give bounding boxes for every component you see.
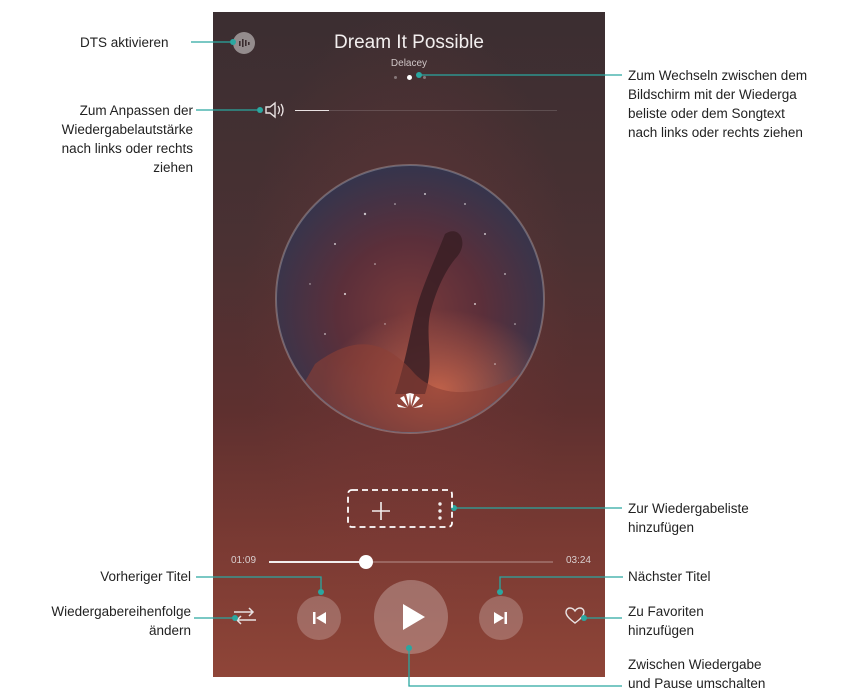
annotation-favorite-line: hinzufügen xyxy=(628,623,695,638)
volume-slider[interactable] xyxy=(295,110,557,111)
annotation-next-text: Nächster Titel xyxy=(628,569,711,584)
shuffle-icon[interactable] xyxy=(231,604,259,628)
annotation-swipe-line: beliste oder dem Songtext xyxy=(628,106,785,121)
annotation-dts: DTS aktivieren xyxy=(80,33,169,52)
previous-button[interactable] xyxy=(297,596,341,640)
annotation-volume-line: Wiedergabelautstärke xyxy=(61,122,193,137)
annotation-next: Nächster Titel xyxy=(628,567,828,586)
page-dot xyxy=(394,76,397,79)
album-art xyxy=(275,164,545,434)
annotation-swipe: Zum Wechseln zwischen dem Bildschirm mit… xyxy=(628,66,852,142)
annotation-playpause: Zwischen Wiedergabe und Pause umschalten xyxy=(628,655,838,693)
annotation-playpause-line: und Pause umschalten xyxy=(628,676,766,691)
page-dot-active xyxy=(407,75,412,80)
music-player-screen: Dream It Possible Delacey 01:09 03:24 xyxy=(213,12,605,677)
next-icon xyxy=(494,612,507,624)
artist-name: Delacey xyxy=(390,58,428,69)
annotation-playlist-line: hinzufügen xyxy=(628,520,695,535)
song-title: Dream It Possible xyxy=(334,32,484,53)
annotation-favorite-line: Zu Favoriten xyxy=(628,604,704,619)
volume-fill xyxy=(295,110,329,111)
annotation-order: Wiedergabereihenfolge ändern xyxy=(1,602,191,640)
progress-thumb[interactable] xyxy=(358,555,373,569)
more-icon[interactable] xyxy=(433,498,447,524)
volume-icon[interactable] xyxy=(263,100,289,120)
annotation-favorite: Zu Favoriten hinzufügen xyxy=(628,602,828,640)
page-dot xyxy=(423,76,426,79)
annotation-previous-text: Vorheriger Titel xyxy=(100,569,191,584)
total-time: 03:24 xyxy=(565,555,591,566)
annotation-swipe-line: Bildschirm mit der Wiederga xyxy=(628,87,797,102)
progress-fill xyxy=(269,561,366,563)
annotation-volume-line: nach links oder rechts xyxy=(61,141,193,156)
annotation-order-line: Wiedergabereihenfolge xyxy=(51,604,191,619)
annotation-volume-line: ziehen xyxy=(153,160,193,175)
current-time: 01:09 xyxy=(231,555,257,566)
annotation-order-line: ändern xyxy=(148,623,191,638)
play-pause-button[interactable] xyxy=(374,580,448,654)
annotation-swipe-line: nach links oder rechts ziehen xyxy=(628,125,803,140)
annotation-playlist-line: Zur Wiedergabeliste xyxy=(628,501,749,516)
annotation-playpause-line: Zwischen Wiedergabe xyxy=(628,657,762,672)
play-icon xyxy=(403,604,425,630)
add-icon[interactable] xyxy=(368,498,394,524)
annotation-volume: Zum Anpassen der Wiedergabelautstärke na… xyxy=(0,101,193,177)
progress-bar[interactable] xyxy=(269,555,553,569)
page-indicator[interactable] xyxy=(394,74,428,82)
annotation-swipe-line: Zum Wechseln zwischen dem xyxy=(628,68,808,83)
heart-icon[interactable] xyxy=(564,606,586,626)
annotation-previous: Vorheriger Titel xyxy=(11,567,191,586)
next-button[interactable] xyxy=(479,596,523,640)
previous-icon xyxy=(313,612,326,624)
annotation-volume-line: Zum Anpassen der xyxy=(79,103,193,118)
annotation-dts-text: DTS aktivieren xyxy=(80,35,169,50)
annotation-playlist: Zur Wiedergabeliste hinzufügen xyxy=(628,499,828,537)
